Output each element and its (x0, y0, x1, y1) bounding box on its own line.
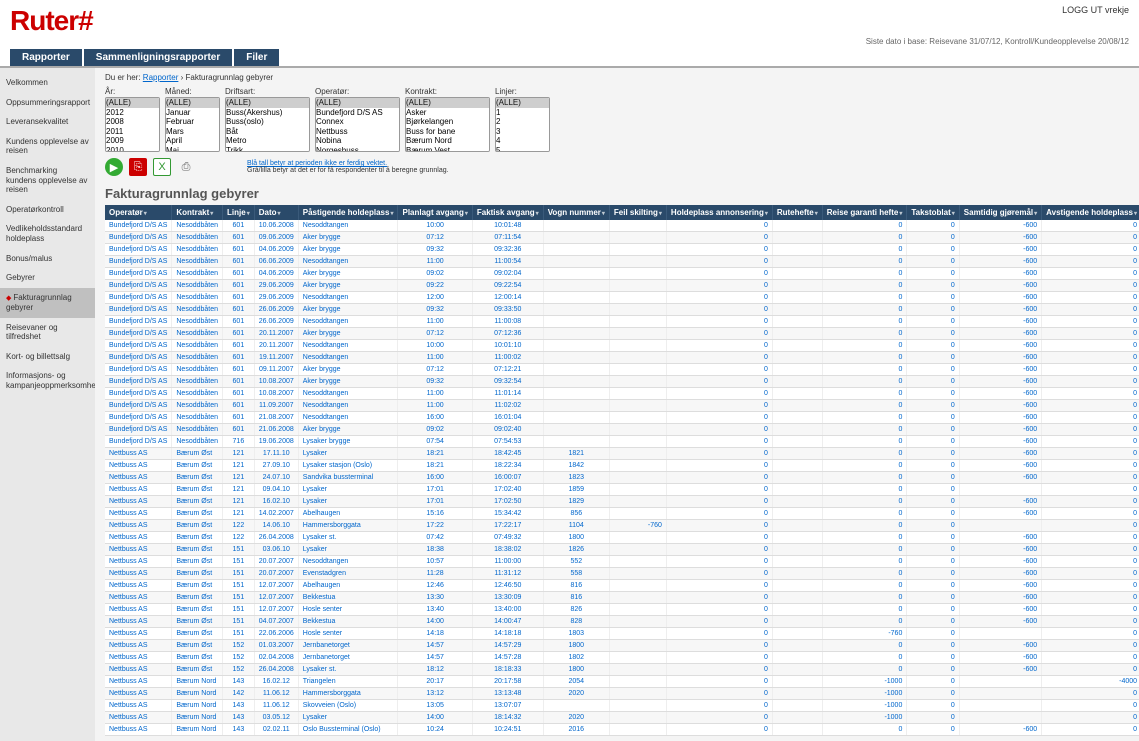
col-14[interactable]: Avstigende holdeplass▾ (1042, 205, 1139, 220)
sidebar-item-4[interactable]: Benchmarking kundens opplevelse av reise… (0, 161, 95, 200)
sidebar-item-10[interactable]: Reisevaner og tilfredshet (0, 318, 95, 347)
sidebar-item-6[interactable]: Vedlikeholdsstandard holdeplass (0, 219, 95, 248)
table-row: Bundefjord D/S ASNesoddbåten60121.08.200… (105, 412, 1139, 424)
excel-icon[interactable]: X (153, 158, 171, 176)
table-row: Nettbuss ASBærum Øst15112.07.2007Bekkest… (105, 592, 1139, 604)
table-row: Bundefjord D/S ASNesoddbåten60110.06.200… (105, 220, 1139, 232)
filter-label-kontrakt: Kontrakt: (405, 87, 490, 96)
table-row: Bundefjord D/S ASNesoddbåten60111.09.200… (105, 400, 1139, 412)
table-row: Bundefjord D/S ASNesoddbåten60126.06.200… (105, 316, 1139, 328)
table-row: Bundefjord D/S ASNesoddbåten60129.06.200… (105, 292, 1139, 304)
table-row: Nettbuss ASBærum Øst15120.07.2007Nesoddt… (105, 556, 1139, 568)
tab-1[interactable]: Sammenligningsrapporter (84, 49, 232, 66)
sidebar-item-5[interactable]: Operatørkontroll (0, 200, 95, 220)
sidebar-item-2[interactable]: Leveransekvalitet (0, 112, 95, 132)
col-13[interactable]: Samtidig gjøremål▾ (959, 205, 1041, 220)
table-row: Nettbuss ASBærum Nord14302.02.11Oslo Bus… (105, 724, 1139, 736)
table-row: Nettbuss ASBærum Øst15201.03.2007Jernban… (105, 640, 1139, 652)
table-row: Nettbuss ASBærum Øst15103.06.10Lysaker18… (105, 544, 1139, 556)
table-row: Bundefjord D/S ASNesoddbåten60110.08.200… (105, 388, 1139, 400)
table-row: Bundefjord D/S ASNesoddbåten60129.06.200… (105, 280, 1139, 292)
table-row: Nettbuss ASBærum Øst12127.09.10Lysaker s… (105, 460, 1139, 472)
table-row: Bundefjord D/S ASNesoddbåten60106.06.200… (105, 256, 1139, 268)
data-grid: Operatør▾Kontrakt▾Linje▾Dato▾Påstigende … (105, 205, 1139, 736)
table-row: Nettbuss ASBærum Øst15122.06.2006Hosle s… (105, 628, 1139, 640)
col-4[interactable]: Påstigende holdeplass▾ (298, 205, 398, 220)
sidebar-item-9[interactable]: ◆Fakturagrunnlag gebyrer (0, 288, 95, 318)
table-row: Nettbuss ASBærum Øst12214.06.10Hammersbo… (105, 520, 1139, 532)
sidebar-item-11[interactable]: Kort- og billettsalg (0, 347, 95, 367)
col-3[interactable]: Dato▾ (254, 205, 298, 220)
table-row: Bundefjord D/S ASNesoddbåten60104.06.200… (105, 244, 1139, 256)
col-9[interactable]: Holdeplass annonsering▾ (666, 205, 772, 220)
breadcrumb: Du er her: Rapporter › Fakturagrunnlag g… (105, 73, 1139, 82)
filter-select-drift[interactable]: (ALLE)Buss(Akershus)Buss(oslo)BåtMetroTr… (225, 97, 310, 152)
table-row: Bundefjord D/S ASNesoddbåten60119.11.200… (105, 352, 1139, 364)
sidebar: VelkommenOppsummeringsrapportLeveransekv… (0, 68, 95, 741)
col-7[interactable]: Vogn nummer▾ (543, 205, 609, 220)
table-row: Bundefjord D/S ASNesoddbåten71619.06.200… (105, 436, 1139, 448)
col-11[interactable]: Reise garanti hefte▾ (822, 205, 907, 220)
col-12[interactable]: Takstoblat▾ (907, 205, 959, 220)
print-icon[interactable]: ⎙ (177, 158, 195, 176)
pdf-icon[interactable]: ⎘ (129, 158, 147, 176)
table-row: Bundefjord D/S ASNesoddbåten60109.06.200… (105, 232, 1139, 244)
table-row: Bundefjord D/S ASNesoddbåten60126.06.200… (105, 304, 1139, 316)
col-0[interactable]: Operatør▾ (105, 205, 172, 220)
logout-link[interactable]: LOGG UT vrekje (1062, 5, 1129, 15)
table-row: Bundefjord D/S ASNesoddbåten60120.11.200… (105, 340, 1139, 352)
tab-bar: RapporterSammenligningsrapporterFiler (0, 49, 1139, 68)
col-6[interactable]: Faktisk avgang▾ (472, 205, 543, 220)
table-row: Bundefjord D/S ASNesoddbåten60109.11.200… (105, 364, 1139, 376)
hint-text: Blå tall betyr at perioden ikke er ferdi… (247, 160, 449, 174)
col-5[interactable]: Planlagt avgang▾ (398, 205, 472, 220)
filter-select-year[interactable]: (ALLE)20122008201120092010 (105, 97, 160, 152)
tab-2[interactable]: Filer (234, 49, 279, 66)
col-2[interactable]: Linje▾ (223, 205, 255, 220)
sidebar-item-7[interactable]: Bonus/malus (0, 249, 95, 269)
sidebar-item-8[interactable]: Gebyrer (0, 268, 95, 288)
table-row: Nettbuss ASBærum Øst15112.07.2007Abelhau… (105, 580, 1139, 592)
filter-label-op: Operatør: (315, 87, 400, 96)
table-row: Nettbuss ASBærum Øst12116.02.10Lysaker17… (105, 496, 1139, 508)
table-row: Bundefjord D/S ASNesoddbåten60120.11.200… (105, 328, 1139, 340)
table-row: Nettbuss ASBærum Nord14316.02.12Triangel… (105, 676, 1139, 688)
meta-info: Siste dato i base: Reisevane 31/07/12, K… (0, 37, 1139, 49)
table-title: Fakturagrunnlag gebyrer (105, 186, 1139, 201)
table-row: Nettbuss ASBærum Øst12226.04.2008Lysaker… (105, 532, 1139, 544)
breadcrumb-link[interactable]: Rapporter (143, 73, 179, 82)
filter-select-kontrakt[interactable]: (ALLE)AskerBjørkelangenBuss for baneBæru… (405, 97, 490, 152)
sidebar-item-0[interactable]: Velkommen (0, 73, 95, 93)
col-1[interactable]: Kontrakt▾ (172, 205, 223, 220)
run-icon[interactable]: ▶ (105, 158, 123, 176)
table-row: Nettbuss ASBærum Nord14211.06.12Hammersb… (105, 688, 1139, 700)
table-row: Nettbuss ASBærum Øst15120.07.2007Evensta… (105, 568, 1139, 580)
sidebar-item-3[interactable]: Kundens opplevelse av reisen (0, 132, 95, 161)
filter-label-linje: Linjer: (495, 87, 550, 96)
table-row: Bundefjord D/S ASNesoddbåten60121.06.200… (105, 424, 1139, 436)
filter-select-month[interactable]: (ALLE)JanuarFebruarMarsAprilMai (165, 97, 220, 152)
table-row: Nettbuss ASBærum Øst12109.04.10Lysaker17… (105, 484, 1139, 496)
table-row: Nettbuss ASBærum Nord14311.06.12Skovveie… (105, 700, 1139, 712)
table-row: Nettbuss ASBærum Øst15104.07.2007Bekkest… (105, 616, 1139, 628)
table-row: Nettbuss ASBærum Øst12117.11.10Lysaker18… (105, 448, 1139, 460)
filter-select-linje[interactable]: (ALLE)12345 (495, 97, 550, 152)
filter-label-year: År: (105, 87, 160, 96)
col-10[interactable]: Rutehefte▾ (772, 205, 822, 220)
col-8[interactable]: Feil skilting▾ (609, 205, 666, 220)
table-row: Nettbuss ASBærum Nord14303.05.12Lysaker1… (105, 712, 1139, 724)
table-row: Bundefjord D/S ASNesoddbåten60110.08.200… (105, 376, 1139, 388)
sidebar-item-1[interactable]: Oppsummeringsrapport (0, 93, 95, 113)
table-row: Nettbuss ASBærum Øst12124.07.10Sandvika … (105, 472, 1139, 484)
logo: Ruter# (10, 5, 93, 37)
table-row: Nettbuss ASBærum Øst15112.07.2007Hosle s… (105, 604, 1139, 616)
table-row: Nettbuss ASBærum Øst12114.02.2007Abelhau… (105, 508, 1139, 520)
table-row: Nettbuss ASBærum Øst15226.04.2008Lysaker… (105, 664, 1139, 676)
tab-0[interactable]: Rapporter (10, 49, 82, 66)
filter-label-drift: Driftsart: (225, 87, 310, 96)
sidebar-item-12[interactable]: Informasjons- og kampanjeoppmerksomhet (0, 366, 95, 395)
filter-select-op[interactable]: (ALLE)Bundefjord D/S ASConnexNettbussNob… (315, 97, 400, 152)
table-row: Bundefjord D/S ASNesoddbåten60104.06.200… (105, 268, 1139, 280)
filter-label-month: Måned: (165, 87, 220, 96)
